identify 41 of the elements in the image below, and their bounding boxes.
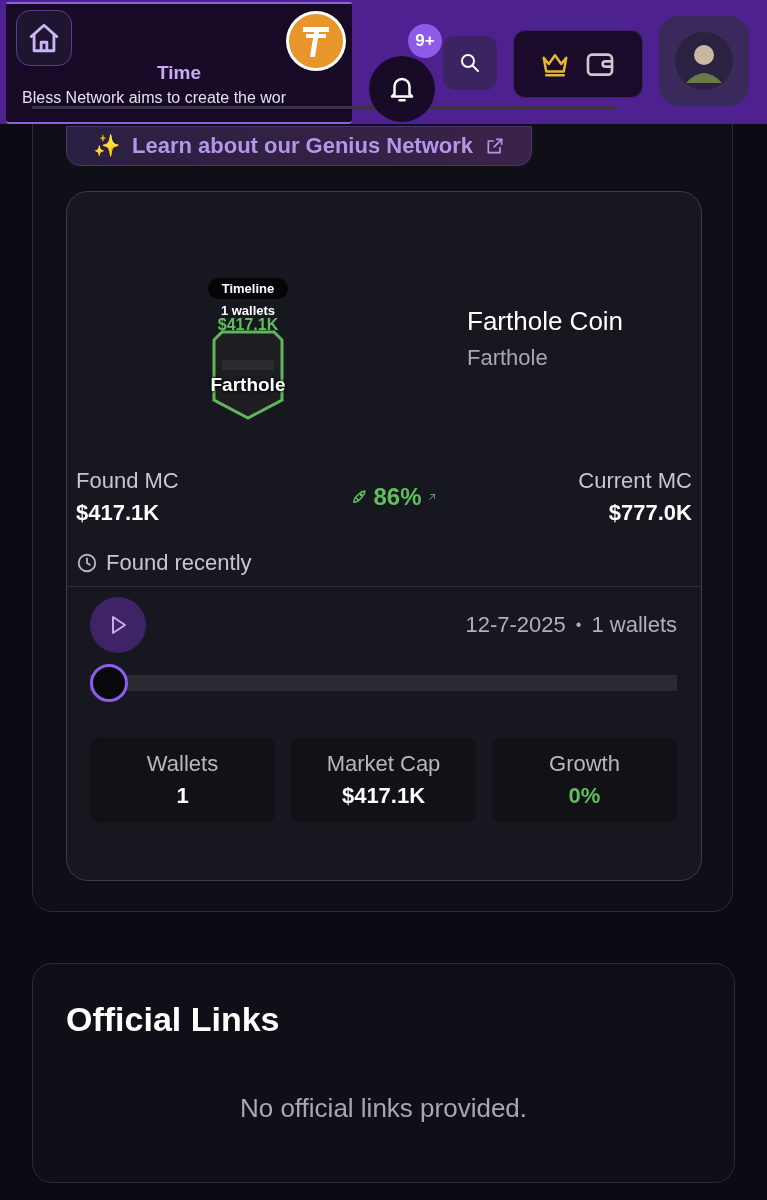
external-link-icon: [485, 136, 506, 156]
stat-value: $417.1K: [341, 783, 426, 809]
coin-logo-icon: [285, 10, 347, 72]
growth-percent: 86%: [373, 483, 422, 511]
search-button[interactable]: [443, 36, 497, 90]
sparkle-icon: ✨: [93, 133, 120, 159]
profile-button[interactable]: [659, 16, 749, 106]
notification-badge: 9+: [408, 24, 442, 58]
timeline-wallets: 1 wallets: [591, 612, 677, 638]
section-title: Official Links: [66, 1000, 281, 1039]
badge-value: $417.1K: [216, 316, 280, 334]
empty-message: No official links provided.: [238, 1093, 529, 1124]
found-mc-value: $417.1K: [76, 500, 161, 526]
slider-thumb[interactable]: [90, 664, 128, 702]
learn-link[interactable]: ✨ Learn about our Genius Network: [66, 126, 533, 166]
avatar-icon: [674, 31, 734, 91]
timeline-date: 12-7-2025: [465, 612, 566, 638]
ticker-title: Time: [156, 62, 202, 84]
stat-label: Wallets: [146, 751, 219, 777]
coin-name: Farthole Coin: [467, 306, 624, 337]
wallet-count: 1 wallets: [220, 303, 276, 318]
stat-label: Market Cap: [326, 751, 441, 777]
ticker-text: Bless Network aims to create the wor: [22, 89, 287, 107]
found-mc-label: Found MC: [76, 468, 179, 494]
play-button[interactable]: [90, 597, 146, 653]
found-time-text: Found recently: [106, 550, 252, 576]
search-icon: [458, 51, 482, 75]
current-mc-value: $777.0K: [608, 500, 692, 526]
stat-value: 1: [176, 783, 189, 809]
home-icon: [27, 21, 61, 55]
notifications-button[interactable]: [369, 56, 435, 122]
current-mc-label: Current MC: [578, 468, 692, 494]
separator-dot: •: [575, 616, 582, 634]
timeline-pill: Timeline: [207, 278, 289, 299]
coin-symbol: Farthole: [467, 345, 549, 371]
home-button[interactable]: [16, 10, 72, 66]
learn-link-label: Learn about our Genius Network: [132, 133, 474, 159]
stat-label: Growth: [549, 751, 620, 777]
arrow-up-right-icon: [426, 492, 437, 502]
clock-icon: [76, 552, 98, 574]
stat-value: 0%: [568, 783, 601, 809]
